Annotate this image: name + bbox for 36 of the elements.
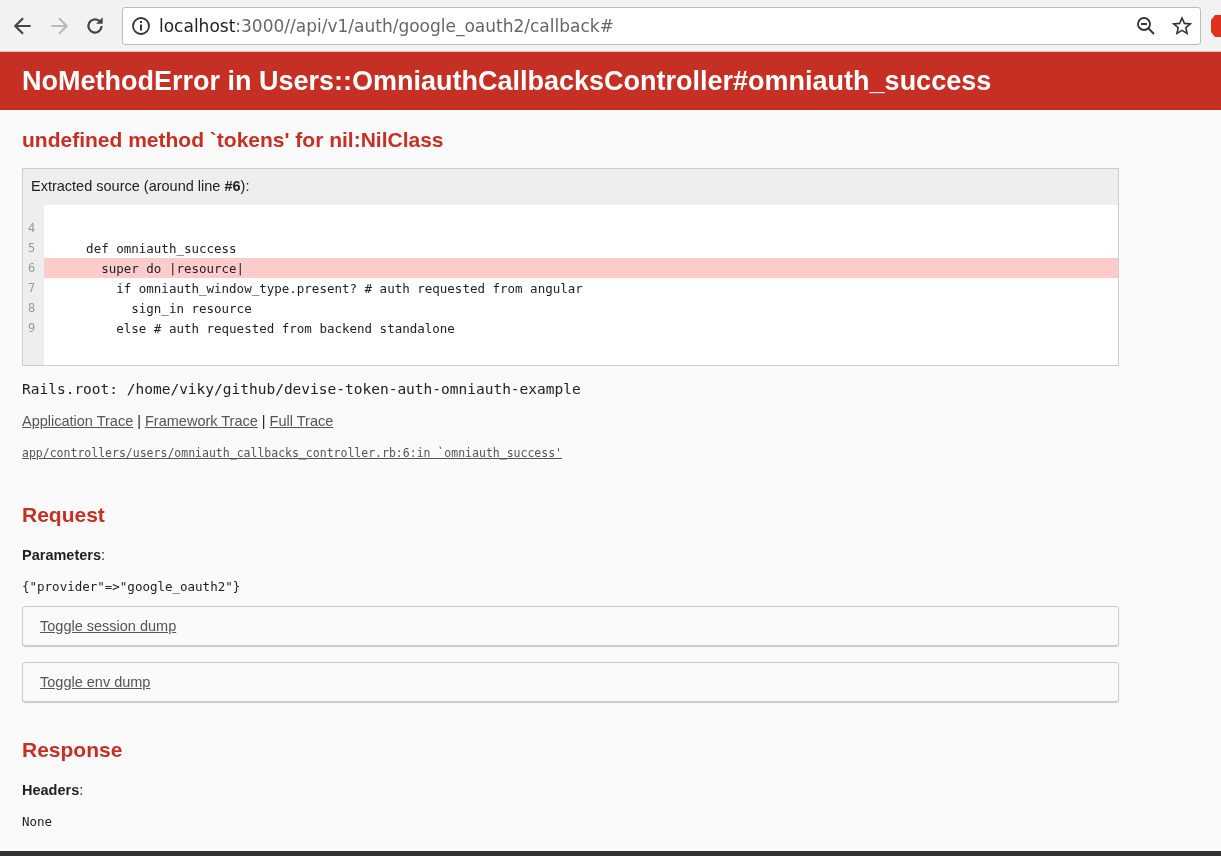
code-text: if omniauth_window_type.present? # auth requested from angular bbox=[115, 280, 583, 296]
headers-text: None bbox=[22, 814, 54, 829]
headers-label: Headers: bbox=[22, 782, 85, 798]
parameters-text: {"provider"=>"google_oauth2"} bbox=[22, 579, 242, 594]
info-icon[interactable] bbox=[131, 15, 151, 36]
code-text: super do |resource| bbox=[100, 260, 245, 276]
trace-link[interactable]: Full Trace bbox=[269, 413, 334, 429]
error-message: undefined method `tokens' for nil:NilClass bbox=[22, 128, 445, 152]
code-text: def omniauth_success bbox=[85, 240, 237, 256]
parameters-label: Parameters: bbox=[22, 547, 107, 563]
section-heading: Request bbox=[22, 503, 106, 527]
zoom-out-icon[interactable] bbox=[1136, 15, 1156, 36]
separator-text: | bbox=[261, 413, 266, 429]
code-text: else # auth requested from backend standalone bbox=[115, 320, 455, 336]
line-number: 8 bbox=[28, 301, 36, 315]
address-bar[interactable]: localhost:3000//api/v1/auth/google_oauth2/callback# bbox=[122, 6, 1201, 45]
url-text: localhost:3000//api/v1/auth/google_oauth2/callback# bbox=[159, 15, 615, 36]
section-heading: Response bbox=[22, 738, 124, 762]
line-number: 4 bbox=[28, 221, 36, 235]
source-caption: Extracted source (around line #6): bbox=[30, 177, 251, 196]
star-icon[interactable] bbox=[1172, 15, 1192, 36]
toggle-link[interactable]: Toggle session dump bbox=[40, 618, 177, 634]
toggle-link[interactable]: Toggle env dump bbox=[40, 674, 151, 690]
line-number: 6 bbox=[28, 261, 36, 275]
separator-text: | bbox=[137, 413, 141, 429]
error-title-bar: NoMethodError in Users::OmniauthCallbacksController#omniauth_success bbox=[0, 52, 1221, 110]
line-number: 9 bbox=[28, 321, 36, 335]
reload-icon[interactable] bbox=[84, 14, 106, 37]
rails-root-text: Rails.root: /home/viky/github/devise-token-auth-omniauth-example bbox=[22, 381, 582, 397]
code-text: sign_in resource bbox=[130, 300, 252, 316]
trace-line-link[interactable]: app/controllers/users/omniauth_callbacks_controller.rb:6:in `omniauth_success' bbox=[22, 446, 563, 460]
extension-icon[interactable] bbox=[1211, 14, 1221, 37]
trace-link[interactable]: Framework Trace bbox=[145, 413, 258, 429]
trace-link[interactable]: Application Trace bbox=[22, 413, 134, 429]
line-number: 7 bbox=[28, 281, 36, 295]
line-number: 5 bbox=[28, 241, 36, 255]
